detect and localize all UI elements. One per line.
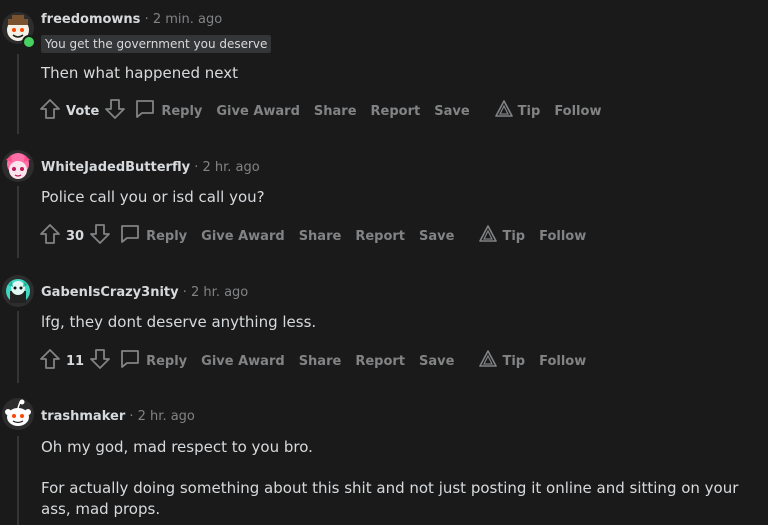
upvote-icon[interactable]: [38, 222, 62, 250]
comment-paragraph: Oh my god, mad respect to you bro.: [41, 438, 313, 456]
tip-label: Tip: [517, 103, 541, 119]
comment-paragraph: Then what happened next: [41, 64, 239, 82]
thread-line[interactable]: [17, 311, 19, 383]
reply-button[interactable]: Reply: [118, 222, 187, 250]
reply-button[interactable]: Reply: [133, 97, 202, 125]
save-button[interactable]: Save: [434, 104, 469, 119]
tip-triangle-icon: [478, 349, 502, 373]
vote-count: 11: [66, 353, 85, 369]
comment-actions: 11 Reply Give Award Share Report Save Ti…: [38, 349, 600, 373]
follow-button[interactable]: Follow: [539, 229, 586, 244]
author-name[interactable]: freedomowns: [41, 12, 140, 27]
vote-group: 30: [38, 222, 112, 250]
author-name[interactable]: GabenIsCrazy3nity: [41, 285, 179, 300]
comment-meta: GabenIsCrazy3nity · 2 hr. ago: [41, 285, 248, 301]
follow-label: Follow: [539, 228, 587, 244]
report-button[interactable]: Report: [371, 104, 421, 119]
share-button[interactable]: Share: [314, 104, 357, 119]
tip-triangle-icon: [494, 99, 518, 123]
tip-button[interactable]: Tip: [478, 349, 525, 373]
save-label: Save: [419, 353, 455, 369]
follow-label: Follow: [554, 103, 602, 119]
save-label: Save: [419, 228, 455, 244]
tip-button[interactable]: Tip: [478, 224, 525, 248]
separator: ·: [194, 160, 199, 175]
reply-label: Reply: [146, 353, 188, 369]
comment-paragraph: lfg, they dont deserve anything less.: [41, 313, 317, 331]
tip-label: Tip: [502, 228, 526, 244]
give-award-button[interactable]: Give Award: [201, 229, 285, 244]
report-label: Report: [355, 353, 406, 369]
reply-label: Reply: [146, 228, 188, 244]
comment-body: lfg, they dont deserve anything less.: [41, 312, 766, 333]
comment-meta: trashmaker · 2 hr. ago: [41, 409, 195, 425]
follow-label: Follow: [539, 353, 587, 369]
save-button[interactable]: Save: [419, 229, 454, 244]
timestamp[interactable]: 2 hr. ago: [202, 160, 259, 175]
give-award-button[interactable]: Give Award: [201, 354, 285, 369]
reply-button[interactable]: Reply: [118, 347, 187, 375]
report-label: Report: [355, 228, 406, 244]
separator: ·: [129, 409, 134, 424]
share-label: Share: [298, 228, 342, 244]
avatar[interactable]: [2, 398, 34, 430]
comment-bubble-icon: [118, 347, 146, 375]
reply-label: Reply: [161, 103, 203, 119]
author-name[interactable]: trashmaker: [41, 409, 125, 424]
comment-bubble-icon: [118, 222, 146, 250]
comment-body: Then what happened next: [41, 63, 766, 84]
tip-triangle-icon: [478, 224, 502, 248]
upvote-icon[interactable]: [38, 347, 62, 375]
follow-button[interactable]: Follow: [554, 104, 601, 119]
tip-label: Tip: [502, 353, 526, 369]
give-award-label: Give Award: [201, 353, 285, 369]
save-button[interactable]: Save: [419, 354, 454, 369]
online-status-indicator: [22, 35, 36, 49]
comment-bubble-icon: [133, 97, 161, 125]
avatar[interactable]: [2, 275, 34, 307]
report-button[interactable]: Report: [355, 354, 405, 369]
report-label: Report: [370, 103, 421, 119]
comment-meta: WhiteJadedButterfly · 2 hr. ago: [41, 160, 260, 176]
vote-group: 11: [38, 347, 112, 375]
tip-button[interactable]: Tip: [494, 99, 541, 123]
report-button[interactable]: Report: [355, 229, 405, 244]
give-award-label: Give Award: [201, 228, 285, 244]
author-name[interactable]: WhiteJadedButterfly: [41, 160, 190, 175]
share-button[interactable]: Share: [299, 354, 342, 369]
thread-line[interactable]: [17, 186, 19, 258]
upvote-icon[interactable]: [38, 97, 62, 125]
comment-paragraph: For actually doing something about this …: [41, 479, 739, 518]
timestamp[interactable]: 2 min. ago: [153, 12, 222, 27]
separator: ·: [144, 12, 149, 27]
thread-line[interactable]: [17, 436, 19, 525]
vote-group: Vote: [38, 97, 127, 125]
timestamp[interactable]: 2 hr. ago: [138, 409, 195, 424]
thread-line[interactable]: [17, 54, 19, 134]
comment-actions: 30 Reply Give Award Share Report Save Ti…: [38, 224, 600, 248]
comment-paragraph: Police call you or isd call you?: [41, 188, 265, 206]
share-label: Share: [313, 103, 357, 119]
avatar[interactable]: [2, 150, 34, 182]
timestamp[interactable]: 2 hr. ago: [191, 285, 248, 300]
give-award-button[interactable]: Give Award: [216, 104, 300, 119]
separator: ·: [182, 285, 187, 300]
comment-body: Oh my god, mad respect to you bro. For a…: [41, 437, 766, 520]
comment-actions: Vote Reply Give Award Share Report Save …: [38, 99, 615, 123]
vote-count: 30: [66, 228, 85, 244]
give-award-label: Give Award: [216, 103, 300, 119]
save-label: Save: [434, 103, 470, 119]
vote-count: Vote: [66, 103, 100, 119]
share-label: Share: [298, 353, 342, 369]
downvote-icon[interactable]: [88, 347, 112, 375]
downvote-icon[interactable]: [88, 222, 112, 250]
user-flair: You get the government you deserve: [41, 35, 272, 53]
follow-button[interactable]: Follow: [539, 354, 586, 369]
comment-body: Police call you or isd call you?: [41, 187, 766, 208]
downvote-icon[interactable]: [103, 97, 127, 125]
comment-meta: freedomowns · 2 min. ago: [41, 12, 222, 28]
share-button[interactable]: Share: [299, 229, 342, 244]
